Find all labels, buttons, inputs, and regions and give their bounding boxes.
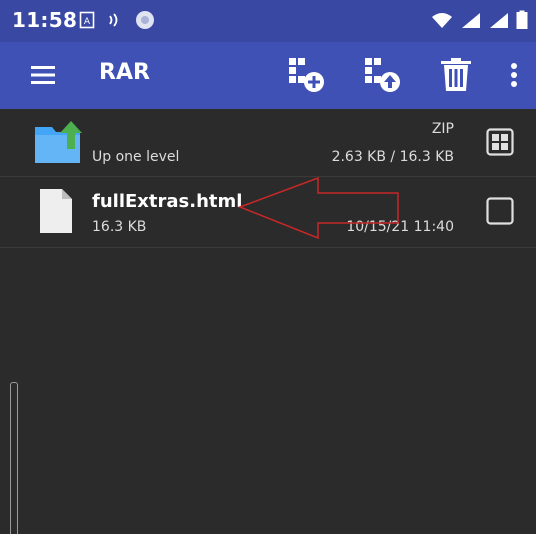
scroll-indicator[interactable] bbox=[10, 382, 18, 534]
select-all-icon bbox=[486, 128, 514, 156]
file-size: 16.3 KB bbox=[92, 219, 147, 235]
file-list: Up one level ZIP 2.63 KB / 16.3 KB fullE… bbox=[0, 109, 536, 248]
select-all-checkbox[interactable] bbox=[486, 128, 514, 156]
list-item-up-one-level[interactable]: Up one level ZIP 2.63 KB / 16.3 KB bbox=[0, 109, 536, 177]
app-title: RAR bbox=[99, 60, 150, 85]
delete-button[interactable] bbox=[436, 55, 476, 95]
hamburger-menu-icon bbox=[31, 66, 55, 84]
extract-archive-button[interactable] bbox=[362, 55, 402, 95]
svg-text:A: A bbox=[84, 17, 91, 27]
signal-icon-2 bbox=[488, 11, 510, 33]
signal-icon bbox=[460, 11, 482, 33]
battery-icon bbox=[516, 10, 528, 34]
media-icon bbox=[135, 10, 155, 34]
status-icons-left: A bbox=[79, 10, 155, 34]
archive-type: ZIP bbox=[431, 121, 454, 137]
file-date: 10/15/21 11:40 bbox=[346, 219, 454, 235]
add-to-archive-button[interactable] bbox=[286, 55, 326, 95]
menu-button[interactable] bbox=[30, 62, 56, 88]
nfc-icon bbox=[107, 11, 123, 33]
file-checkbox[interactable] bbox=[486, 197, 514, 225]
status-bar: 11:58 A bbox=[0, 0, 536, 42]
archive-size: 2.63 KB / 16.3 KB bbox=[331, 149, 454, 165]
file-icon bbox=[38, 187, 74, 239]
list-item-file[interactable]: fullExtras.html 16.3 KB 10/15/21 11:40 bbox=[0, 177, 536, 248]
folder-up-icon bbox=[34, 119, 82, 169]
more-options-icon bbox=[511, 63, 517, 87]
delete-icon bbox=[441, 58, 471, 91]
status-icons-right bbox=[430, 10, 528, 34]
app-bar: RAR bbox=[0, 42, 536, 109]
file-name: fullExtras.html bbox=[92, 191, 243, 212]
keyboard-icon: A bbox=[79, 11, 95, 33]
more-options-button[interactable] bbox=[502, 55, 526, 95]
checkbox-empty-icon bbox=[486, 197, 514, 225]
wifi-icon bbox=[430, 11, 454, 33]
status-time: 11:58 bbox=[12, 8, 78, 32]
add-archive-icon bbox=[289, 58, 324, 92]
extract-archive-icon bbox=[365, 58, 400, 92]
up-one-level-label: Up one level bbox=[92, 149, 180, 165]
